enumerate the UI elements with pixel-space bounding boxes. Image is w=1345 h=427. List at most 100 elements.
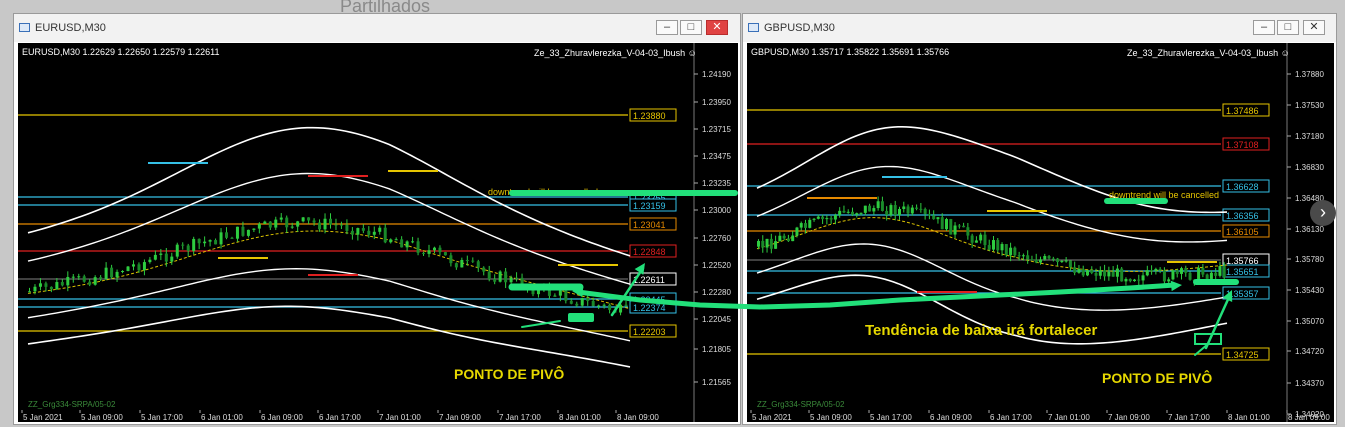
candle-body	[799, 223, 803, 228]
time-tick-label: 7 Jan 01:00	[379, 413, 421, 422]
price-tick-label: 1.21565	[702, 378, 731, 387]
candle-body	[970, 235, 974, 243]
price-tick-label: 1.34720	[1295, 347, 1324, 356]
candle-body	[906, 206, 910, 214]
maximize-button[interactable]: □	[680, 20, 702, 35]
candle-body	[893, 205, 897, 216]
candle-body	[285, 217, 289, 228]
gbpusd-window-titlebar[interactable]: GBPUSD,M30 – □ ✕	[743, 14, 1336, 42]
price-level-tag-label: 1.36356	[1226, 211, 1259, 221]
candle-body	[235, 226, 239, 239]
candle-body	[246, 229, 250, 236]
candle-body	[175, 244, 179, 257]
candle-body	[816, 216, 820, 219]
candle-body	[974, 240, 978, 243]
candle-body	[449, 255, 453, 264]
candle-body	[33, 286, 37, 292]
gbpusd-price-chart[interactable]: 1.37880 1.37530 1.37180 1.36830 1.36480 1.361…	[747, 43, 1334, 422]
price-level-tag: 1.36356	[1222, 208, 1270, 222]
eurusd-price-chart[interactable]: 1.24190 1.23950 1.23715 1.23475 1.23235 1.230…	[18, 43, 738, 422]
price-tick-label: 1.35430	[1295, 286, 1324, 295]
eurusd-chart-window[interactable]: EURUSD,M30 – □ ✕ 1.24190 1.23950 1.23715 1.…	[13, 13, 741, 425]
candle-body	[915, 207, 919, 209]
candle-body	[949, 219, 953, 235]
maximize-button[interactable]: □	[1277, 20, 1299, 35]
downtrend-annotation: downtrend will be cancelled	[1109, 190, 1219, 200]
candle-body	[1021, 255, 1025, 257]
candle-body	[1068, 260, 1072, 268]
candle-body	[88, 281, 92, 285]
candle-body	[307, 217, 311, 221]
candle-body	[225, 232, 229, 238]
candle-body	[383, 227, 387, 243]
candle-body	[1090, 270, 1094, 273]
candle-body	[838, 210, 842, 216]
window-title: EURUSD,M30	[35, 22, 106, 34]
price-tick-label: 1.36830	[1295, 163, 1324, 172]
price-level-tag: 1.36105	[1222, 224, 1270, 238]
candle-body	[1073, 267, 1077, 273]
candle-body	[82, 276, 86, 282]
candle-body	[274, 219, 278, 228]
candle-body	[602, 304, 606, 306]
time-tick-label: 7 Jan 17:00	[499, 413, 541, 422]
candle-body	[1145, 270, 1149, 276]
candle-body	[898, 209, 901, 216]
candle-body	[482, 267, 486, 272]
price-level-tag-label: 1.35651	[1226, 267, 1259, 277]
time-tick-label: 7 Jan 09:00	[439, 413, 481, 422]
candle-body	[1133, 279, 1136, 282]
price-tick-label: 1.37180	[1295, 132, 1324, 141]
price-tick-label: 1.23235	[702, 179, 731, 188]
price-level-tag: 1.34725	[1222, 347, 1270, 361]
candle-body	[389, 239, 393, 243]
candle-body	[55, 282, 59, 290]
candle-body	[547, 285, 551, 296]
symbol-info-line: EURUSD,M30 1.22629 1.22650 1.22579 1.226…	[22, 47, 220, 57]
time-tick-label: 8 Jan 01:00	[1228, 413, 1270, 422]
pivot-point-label: PONTO DE PIVÔ	[454, 365, 564, 382]
candle-body	[1158, 268, 1162, 271]
candle-body	[808, 219, 812, 228]
candle-body	[1077, 268, 1081, 273]
candle-body	[432, 247, 436, 251]
price-level-tag-label: 1.36628	[1226, 182, 1259, 192]
candle-body	[765, 238, 769, 248]
candle-body	[910, 207, 914, 214]
close-button[interactable]: ✕	[706, 20, 728, 35]
chart-window-icon	[19, 23, 30, 32]
candle-body	[66, 276, 70, 286]
candle-body	[812, 218, 816, 220]
candle-body	[1098, 270, 1102, 276]
candle-body	[454, 263, 458, 268]
time-tick-label: 5 Jan 09:00	[810, 413, 852, 422]
price-level-tag: 1.23880	[629, 108, 677, 122]
time-tick-label: 6 Jan 01:00	[201, 413, 243, 422]
chevron-right-icon[interactable]: ›	[1310, 200, 1336, 226]
candle-body	[526, 287, 530, 289]
minimize-button[interactable]: –	[656, 20, 678, 35]
candle-body	[203, 241, 207, 244]
candle-body	[126, 266, 130, 272]
price-level-tag: 1.36628	[1222, 179, 1270, 193]
time-tick-label: 5 Jan 17:00	[141, 413, 183, 422]
candle-body	[608, 304, 612, 310]
price-level-tag-label: 1.37486	[1226, 106, 1259, 116]
candle-body	[422, 252, 426, 254]
candle-body	[855, 213, 859, 215]
candle-body	[613, 309, 617, 313]
price-level-tag-label: 1.35357	[1226, 289, 1259, 299]
candle-body	[782, 235, 786, 239]
candle-body	[214, 240, 218, 245]
candle-body	[880, 201, 884, 211]
minimize-button[interactable]: –	[1253, 20, 1275, 35]
candle-body	[1030, 259, 1034, 261]
candle-body	[339, 224, 343, 226]
close-button[interactable]: ✕	[1303, 20, 1325, 35]
candle-body	[372, 231, 376, 235]
eurusd-window-titlebar[interactable]: EURUSD,M30 – □ ✕	[14, 14, 740, 42]
candle-body	[498, 271, 502, 282]
candle-body	[296, 221, 300, 227]
gbpusd-chart-window[interactable]: GBPUSD,M30 – □ ✕ 1.37880 1.37530 1.37180 1.…	[742, 13, 1337, 425]
indicator-label: Ze_33_Zhuravlerezka_V-04-03_Ibush ☺	[534, 48, 697, 58]
